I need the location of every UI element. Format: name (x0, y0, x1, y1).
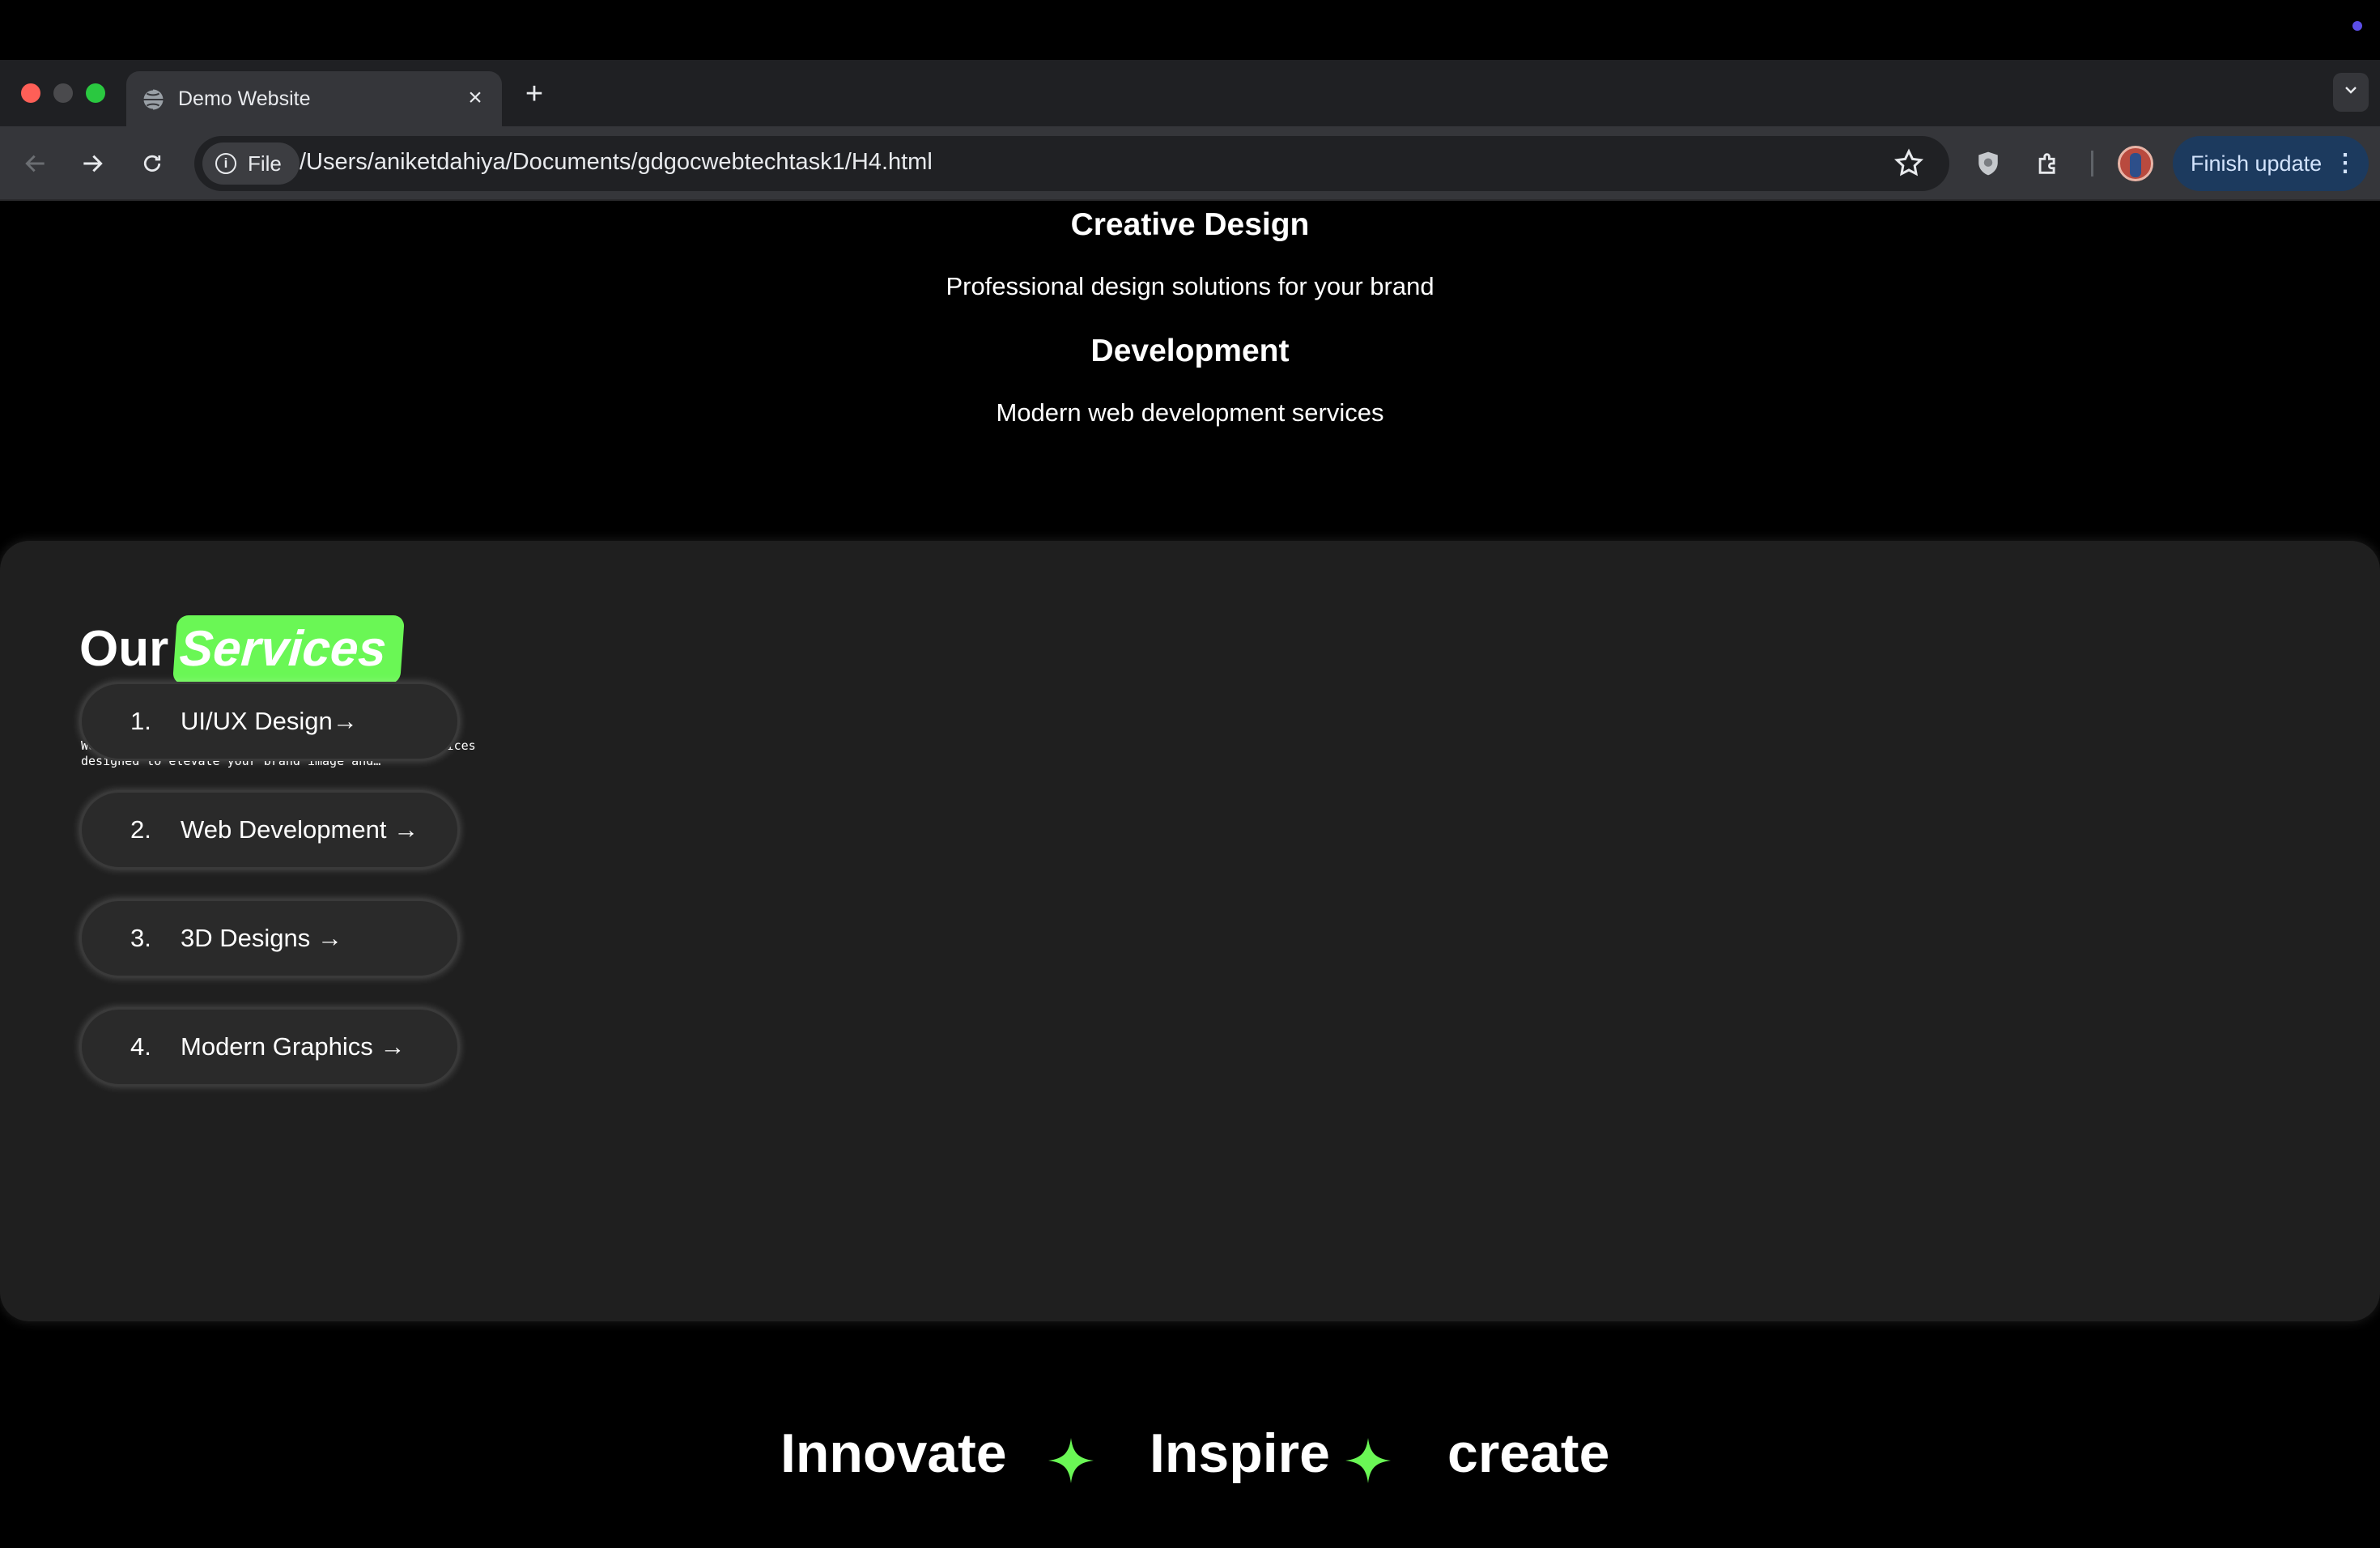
four-point-star-icon (1345, 1438, 1391, 1483)
service-heading-creative-design: Creative Design (1070, 207, 1310, 242)
marquee-word-create: create (1447, 1423, 1610, 1484)
profile-avatar[interactable] (2118, 146, 2153, 181)
globe-icon (142, 88, 164, 111)
tab-title: Demo Website (178, 87, 311, 110)
url-scheme-label: File (248, 151, 282, 176)
tagline-marquee: Innovate Inspire create (0, 1422, 2380, 1519)
service-text-development: Modern web development services (996, 398, 1384, 427)
four-point-star-icon (1048, 1438, 1094, 1483)
services-title: Our Services (79, 615, 406, 684)
window-close-button[interactable] (21, 83, 40, 103)
service-item-number: 1. (130, 707, 151, 735)
status-indicator-dot (2352, 21, 2362, 31)
service-item-modern-graphics[interactable]: 4. Modern Graphics → (79, 1007, 460, 1087)
url-text[interactable]: /Users/aniketdahiya/Documents/gdgocwebte… (300, 149, 933, 176)
window-minimize-button[interactable] (53, 83, 73, 103)
arrow-right-icon (83, 155, 103, 172)
web-page: Creative Design Professional design solu… (0, 201, 2380, 1548)
browser-tab-active[interactable]: Demo Website × (126, 71, 502, 126)
window-zoom-button[interactable] (86, 83, 105, 103)
new-tab-button[interactable]: + (520, 76, 549, 112)
service-item-web-development[interactable]: 2. Web Development → (79, 790, 460, 870)
service-item-label: 3D Designs → (181, 924, 342, 952)
reload-button[interactable] (133, 144, 172, 183)
back-button[interactable] (16, 144, 55, 183)
service-item-label: Modern Graphics → (181, 1032, 406, 1061)
os-menu-bar (0, 0, 2380, 60)
tab-search-dropdown[interactable] (2333, 73, 2369, 112)
service-item-label: Web Development → (181, 815, 419, 844)
marquee-word-inspire: Inspire (1150, 1423, 1330, 1484)
services-title-highlight: Services (172, 615, 406, 684)
marquee-word-innovate: Innovate (780, 1423, 1007, 1484)
shield-extension-icon[interactable] (1970, 146, 2006, 181)
info-icon: i (215, 153, 236, 174)
service-item-uiux[interactable]: 1. UI/UX Design→ (79, 682, 460, 761)
reload-icon (143, 155, 161, 172)
site-info-chip[interactable]: i File (202, 142, 300, 185)
finish-update-button[interactable]: Finish update ⋮ (2173, 136, 2369, 191)
forward-button[interactable] (73, 144, 112, 183)
services-section: OurServices We offer a range of powerful… (0, 541, 2380, 1321)
finish-update-label: Finish update (2191, 151, 2323, 176)
more-vert-icon[interactable]: ⋮ (2333, 136, 2357, 191)
service-item-label: UI/UX Design→ (181, 707, 358, 735)
extensions-puzzle-icon[interactable] (2030, 146, 2066, 181)
service-item-number: 2. (130, 815, 151, 844)
chevron-down-icon (2345, 87, 2357, 94)
close-tab-icon[interactable]: × (463, 86, 487, 110)
arrow-left-icon (25, 155, 45, 172)
service-text-creative-design: Professional design solutions for your b… (946, 272, 1434, 300)
services-title-plain: Our (79, 621, 169, 677)
browser-toolbar: i File /Users/aniketdahiya/Documents/gdg… (0, 126, 2380, 201)
address-bar[interactable]: i File /Users/aniketdahiya/Documents/gdg… (194, 136, 1949, 191)
service-item-number: 4. (130, 1032, 151, 1061)
bookmark-star-icon[interactable] (1893, 147, 1925, 180)
toolbar-divider (2091, 151, 2093, 176)
service-item-number: 3. (130, 924, 151, 952)
service-heading-development: Development (1090, 334, 1290, 368)
service-item-3d-designs[interactable]: 3. 3D Designs → (79, 899, 460, 978)
